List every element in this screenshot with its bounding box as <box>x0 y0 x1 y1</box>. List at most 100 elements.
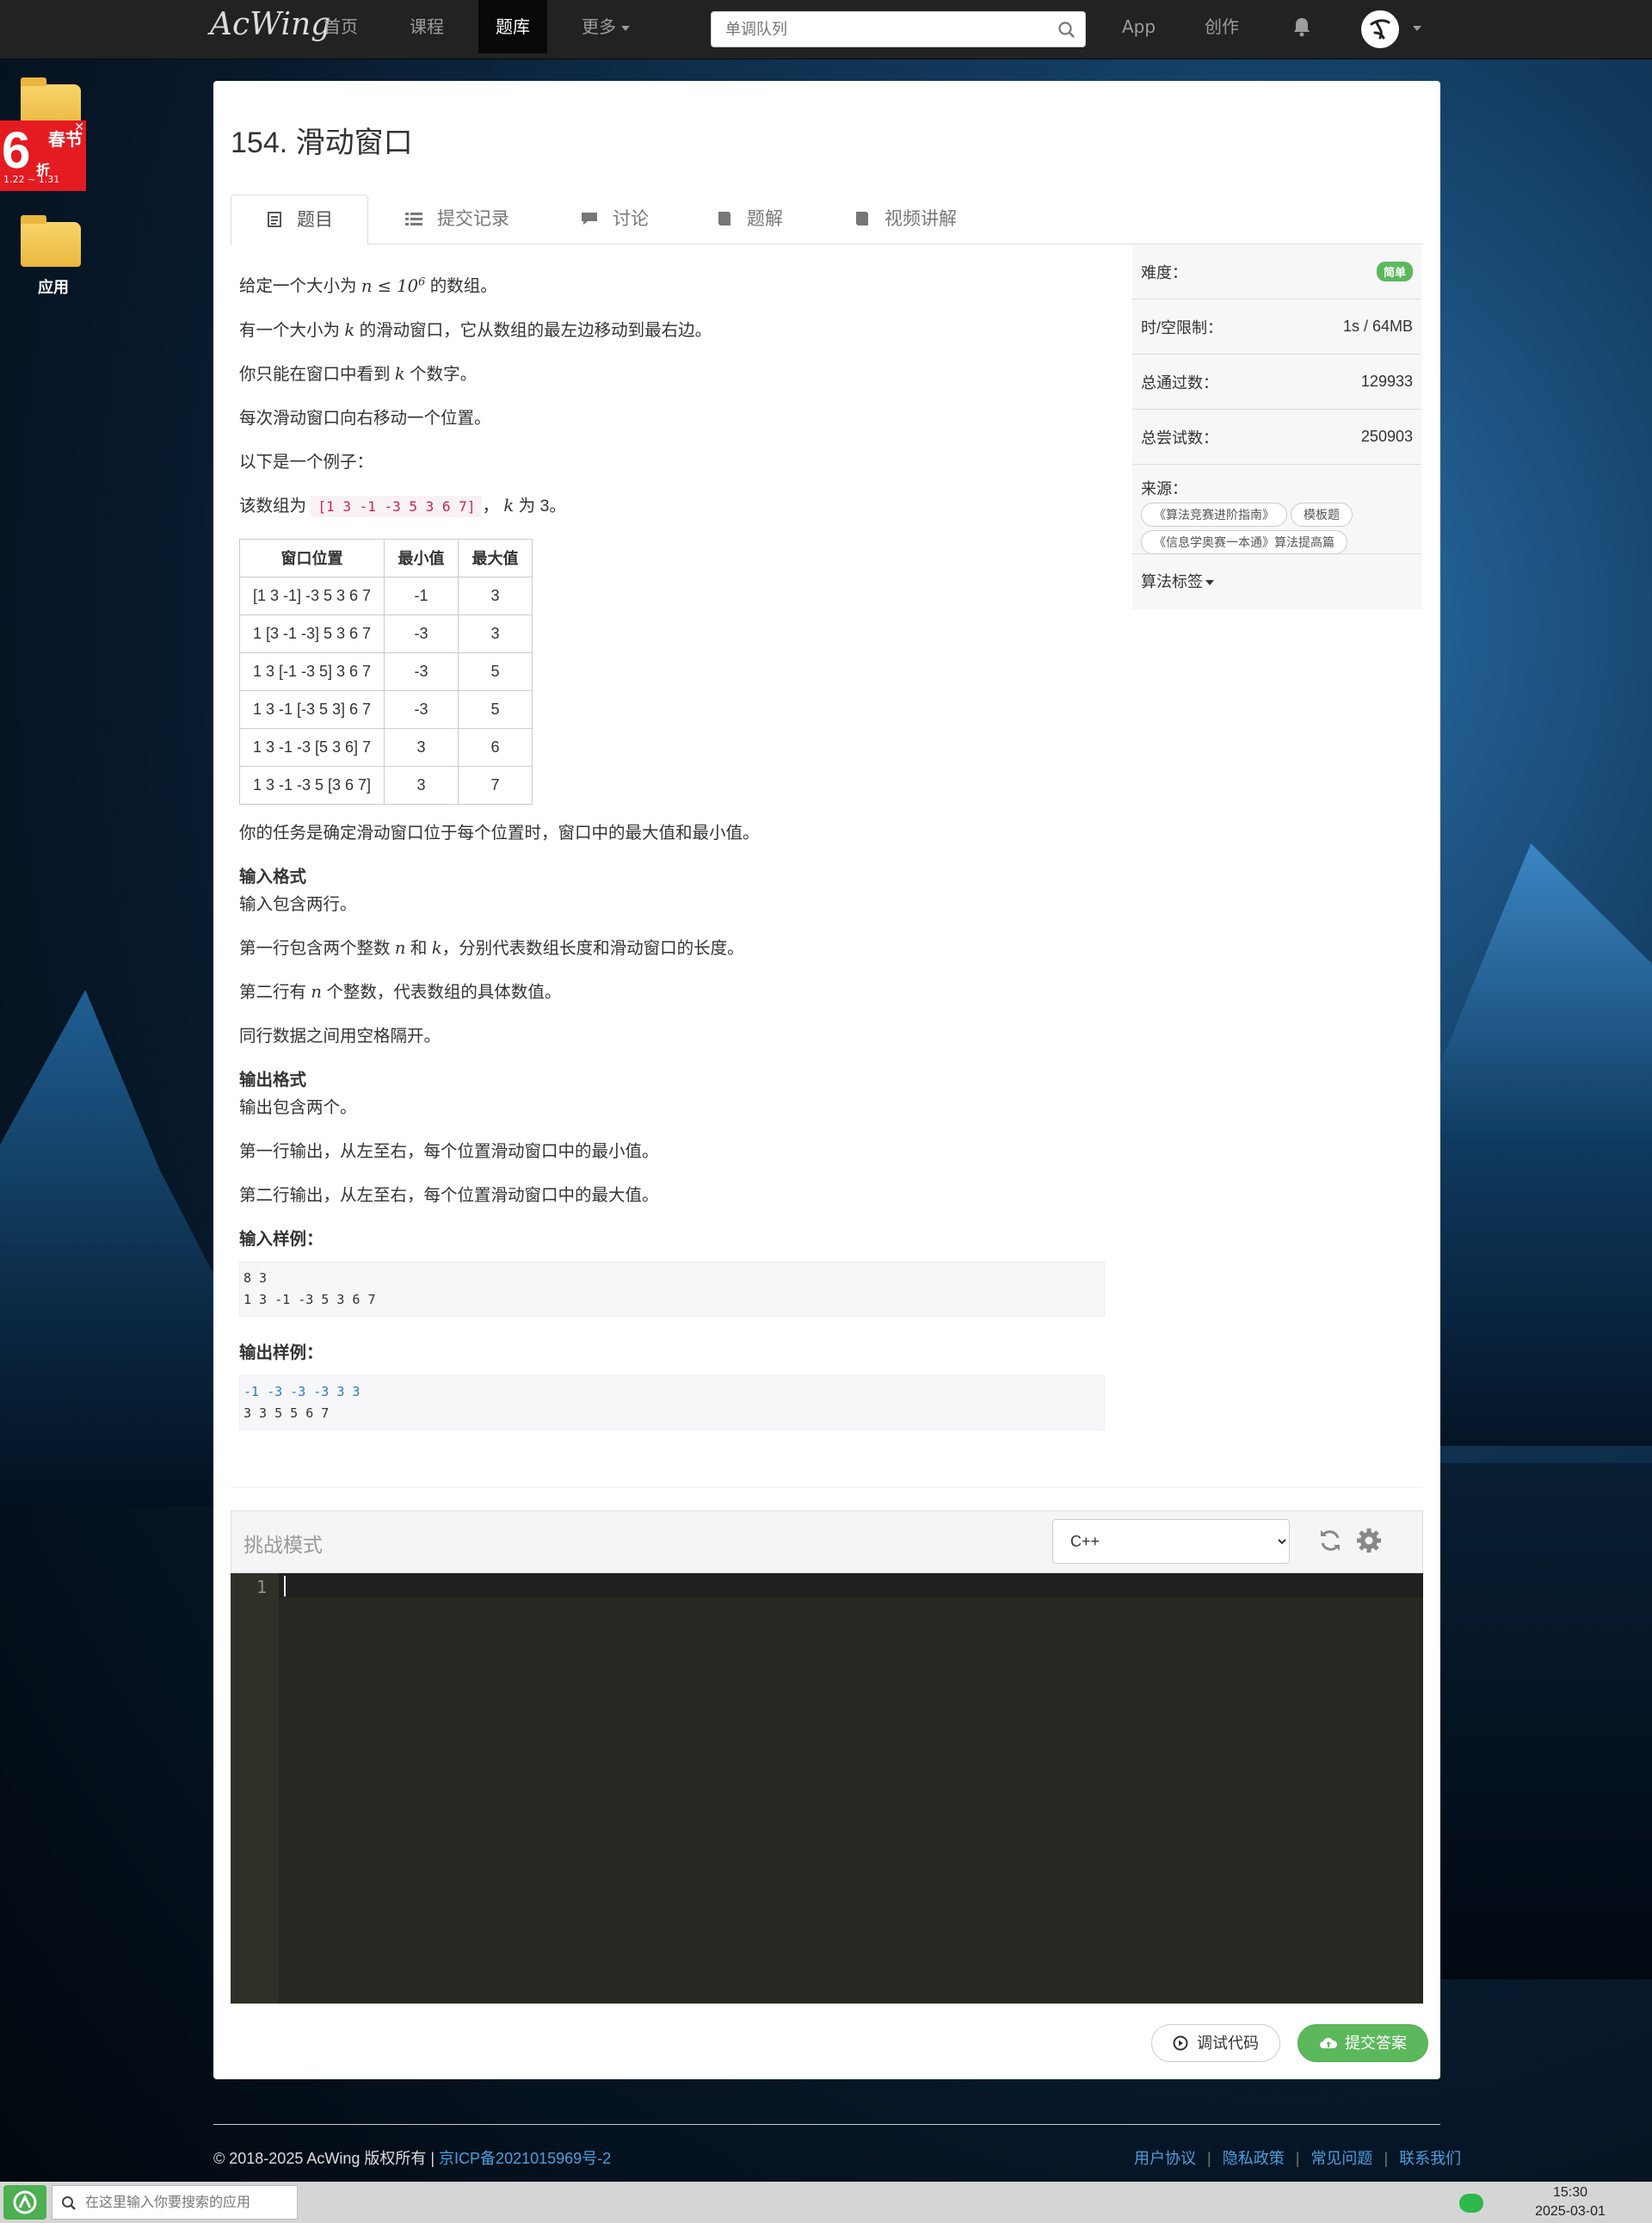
text: 为 3。 <box>514 496 566 516</box>
text: 的数组。 <box>425 276 497 296</box>
search-icon <box>62 2196 76 2210</box>
start-button[interactable] <box>3 2185 46 2220</box>
inline-code: [1 3 -1 -3 5 3 6 7] <box>311 495 483 517</box>
nav-app[interactable]: App <box>1105 0 1173 53</box>
math-k: k <box>394 363 405 384</box>
search-box <box>711 11 1086 47</box>
language-select[interactable]: C++ <box>1052 1519 1290 1564</box>
table-cell: 1 3 [-1 -3 5] 3 6 7 <box>239 651 385 691</box>
caret-down-icon <box>621 25 630 31</box>
user-menu-caret-icon[interactable] <box>1413 26 1421 31</box>
taskbar-search[interactable]: 在这里输入你要搜索的应用 <box>52 2185 298 2220</box>
icp-link[interactable]: 京ICP备2021015969号-2 <box>439 2150 611 2167</box>
source-tag[interactable]: 模板题 <box>1291 503 1353 527</box>
tab-solutions[interactable]: 题解 <box>681 195 817 244</box>
code-editor[interactable]: 1 <box>231 1573 1423 2004</box>
desktop-app-folder[interactable]: 应用 <box>21 215 86 298</box>
output-line-1: 输出包含两个。 <box>239 1097 357 1117</box>
search-input[interactable] <box>712 12 1039 46</box>
desc-line-6: 该数组为 [1 3 -1 -3 5 3 6 7]， k 为 3。 <box>239 495 1108 517</box>
footer-links: 用户协议 | 隐私政策 | 常见问题 | 联系我们 <box>1134 2150 1462 2167</box>
source-tag[interactable]: 《算法竞赛进阶指南》 <box>1141 503 1287 527</box>
sample-input-block[interactable]: 8 3 1 3 -1 -3 5 3 6 7 <box>239 1261 1105 1317</box>
sample-output-block[interactable]: -1 -3 -3 -3 3 3 3 3 5 5 6 7 <box>239 1374 1105 1430</box>
close-icon[interactable]: ✕ <box>74 120 84 134</box>
submit-label: 提交答案 <box>1345 2035 1407 2052</box>
passed-row: 总通过数： 129933 <box>1132 355 1421 410</box>
table-header: 窗口位置 <box>239 538 385 577</box>
challenge-mode-label[interactable]: 挑战模式 <box>243 1528 323 1558</box>
output-line-3: 第二行输出，从左至右，每个位置滑动窗口中的最大值。 <box>239 1185 659 1205</box>
wechat-tray-icon[interactable] <box>1459 2194 1483 2213</box>
output-format-heading: 输出格式 <box>239 1070 307 1090</box>
problem-info-sidebar: 难度： 简单 时/空限制： 1s / 64MB 总通过数： 129933 总尝试数： 2… <box>1132 244 1421 609</box>
search-icon[interactable] <box>1057 21 1076 40</box>
tab-label: 题目 <box>297 210 333 230</box>
table-cell: 5 <box>458 651 533 691</box>
taskbar-clock[interactable]: 15:30 2025-03-01 <box>1523 2183 1618 2221</box>
table-cell: 1 3 -1 [-3 5 3] 6 7 <box>239 689 385 729</box>
footer-link-contact[interactable]: 联系我们 <box>1399 2150 1461 2167</box>
table-cell: 5 <box>458 689 533 729</box>
tab-video[interactable]: 视频讲解 <box>819 195 991 244</box>
refresh-icon[interactable] <box>1317 1528 1343 1553</box>
clock-time: 15:30 <box>1552 2185 1588 2200</box>
input-line-4: 同行数据之间用空格隔开。 <box>239 1026 441 1046</box>
nav-more[interactable]: 更多 <box>564 0 647 53</box>
passed-label: 总通过数： <box>1141 374 1218 392</box>
table-cell: -3 <box>384 689 459 729</box>
table-cell: 1 [3 -1 -3] 5 3 6 7 <box>239 614 385 653</box>
limit-value: 1s / 64MB <box>1342 318 1413 335</box>
folder-icon <box>21 215 81 267</box>
footer-divider <box>213 2124 1440 2125</box>
bell-icon[interactable] <box>1291 15 1313 38</box>
text: 个数字。 <box>404 364 478 384</box>
footer-link-privacy[interactable]: 隐私政策 <box>1223 2150 1285 2167</box>
tab-description[interactable]: 题目 <box>231 195 368 245</box>
text: 给定一个大小为 <box>239 276 361 296</box>
nav-create[interactable]: 创作 <box>1187 0 1256 53</box>
source-tag[interactable]: 《信息学奥赛一本通》算法提高篇 <box>1141 530 1347 554</box>
debug-button[interactable]: 调试代码 <box>1151 2024 1280 2062</box>
avatar[interactable] <box>1361 10 1399 48</box>
comment-icon <box>582 213 597 225</box>
nav-problems[interactable]: 题库 <box>478 0 547 53</box>
desc-line-2: 有一个大小为 k 的滑动窗口，它从数组的最左边移动到最右边。 <box>239 320 1108 341</box>
clock-date: 2025-03-01 <box>1535 2204 1606 2219</box>
play-circle-icon <box>1173 2035 1188 2051</box>
text: 的滑动窗口，它从数组的最左边移动到最右边。 <box>354 320 712 340</box>
gear-icon[interactable] <box>1355 1527 1383 1554</box>
tab-submissions[interactable]: 提交记录 <box>370 195 544 244</box>
table-cell: [1 3 -1] -3 5 3 6 7 <box>239 576 385 615</box>
table-row: 1 3 -1 -3 [5 3 6] 736 <box>239 727 533 767</box>
text: 个整数，代表数组的具体数值。 <box>321 982 562 1002</box>
text: 和 <box>405 938 432 958</box>
active-line <box>279 1573 1423 1597</box>
desc-line-5: 以下是一个例子： <box>239 452 374 472</box>
table-cell: 1 3 -1 -3 5 [3 6 7] <box>239 765 385 805</box>
desktop-promo-badge[interactable]: 6 春节 折 1.22 ~ 1.31 ✕ <box>0 120 86 191</box>
footer-link-terms[interactable]: 用户协议 <box>1134 2150 1196 2167</box>
footer-copyright: © 2018-2025 AcWing 版权所有 | 京ICP备202101596… <box>213 2146 611 2169</box>
tab-label: 讨论 <box>613 209 649 229</box>
line-number: 1 <box>256 1577 267 1597</box>
tab-label: 题解 <box>747 209 783 229</box>
input-line-1: 输入包含两行。 <box>239 894 357 914</box>
algorithm-tags-toggle[interactable]: 算法标签 <box>1132 554 1421 609</box>
text-cursor <box>284 1576 286 1596</box>
submit-button[interactable]: 提交答案 <box>1298 2024 1428 2062</box>
nav-courses[interactable]: 课程 <box>392 0 461 53</box>
text: 该数组为 <box>239 496 311 516</box>
table-row: [1 3 -1] -3 5 3 6 7 -1 3 <box>239 576 533 615</box>
top-navbar: AcWing 首页 课程 题库 更多 App 创作 <box>0 0 1652 59</box>
nav-home[interactable]: 首页 <box>306 0 375 53</box>
input-line-2: 第一行包含两个整数 n 和 k，分别代表数组长度和滑动窗口的长度。 <box>239 938 1108 959</box>
book-icon <box>856 212 868 225</box>
sample-input-heading: 输入样例： <box>239 1229 324 1249</box>
tab-discussion[interactable]: 讨论 <box>546 195 683 244</box>
table-row: 1 3 [-1 -3 5] 3 6 7 -3 5 <box>239 651 533 691</box>
line-number-gutter: 1 <box>231 1573 279 2004</box>
text: 有一个大小为 <box>239 320 345 340</box>
table-header: 最大值 <box>458 538 533 577</box>
footer-link-faq[interactable]: 常见问题 <box>1310 2150 1372 2167</box>
